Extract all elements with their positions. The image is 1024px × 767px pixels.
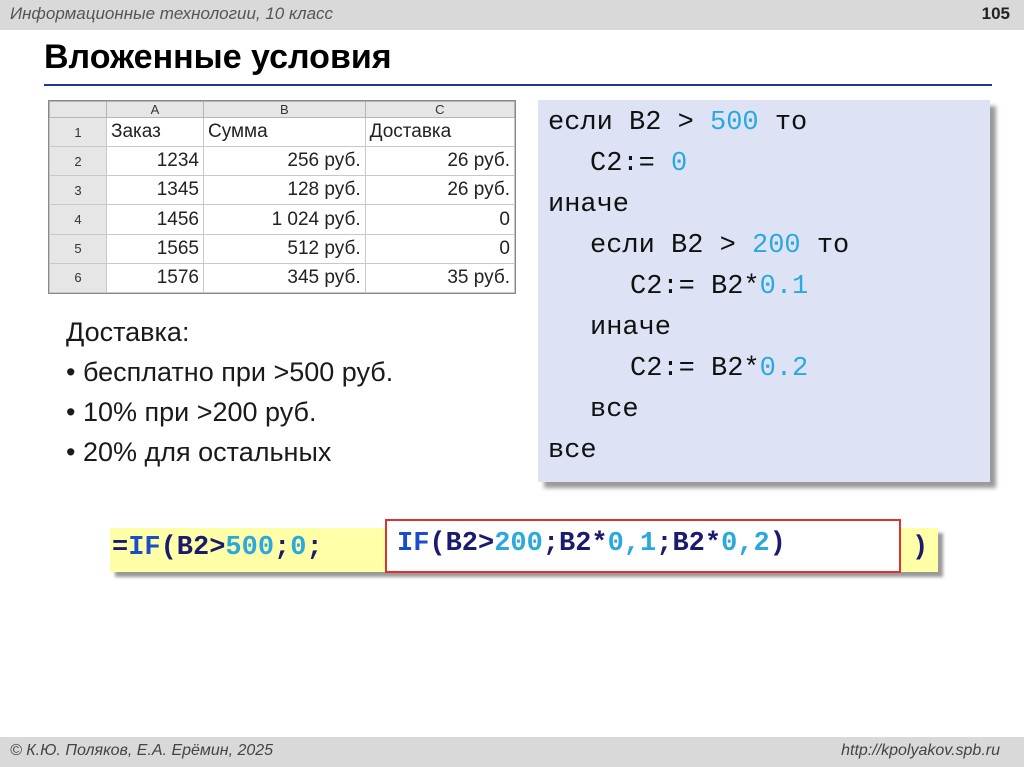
formula-close: )	[912, 533, 929, 563]
slide-title: Вложенные условия	[44, 38, 392, 76]
cell: 1456	[106, 204, 204, 235]
code-line: если B2 > 500 то	[548, 108, 808, 138]
table-row: 5 1565 512 руб. 0	[49, 233, 516, 264]
cell: 26 руб.	[364, 146, 516, 177]
row-header: 1	[49, 116, 107, 148]
corner-cell	[49, 101, 107, 118]
cell: Заказ	[106, 116, 204, 148]
page-number: 105	[981, 4, 1010, 23]
table-row: 3 1345 128 руб. 26 руб.	[49, 175, 516, 206]
formula-inner: IF(B2>200;B2*0,1;B2*0,2)	[397, 529, 786, 559]
table-row: 4 1456 1 024 руб. 0	[49, 204, 516, 235]
cell: 0	[364, 204, 516, 235]
table-row: 6 1576 345 руб. 35 руб.	[49, 262, 516, 294]
cell: Доставка	[364, 116, 516, 148]
cell: 345 руб.	[202, 262, 366, 294]
table-row: 1 Заказ Сумма Доставка	[49, 116, 516, 148]
copyright: © К.Ю. Поляков, Е.А. Ерёмин, 2025	[10, 742, 274, 759]
cell: 0	[364, 233, 516, 264]
header-bar: Информационные технологии, 10 класс 105	[0, 0, 1024, 30]
note-item: • бесплатно при >500 руб.	[66, 357, 394, 387]
code-line: C2:= B2*0.1	[630, 272, 809, 302]
notes-heading: Доставка:	[66, 317, 190, 347]
code-line: все	[548, 436, 597, 466]
column-header: A	[106, 101, 204, 118]
spreadsheet-table: A B C 1 Заказ Сумма Доставка 2 1234 256 …	[48, 100, 516, 294]
nested-if-highlight: IF(B2>200;B2*0,1;B2*0,2)	[385, 519, 901, 573]
cell: 1345	[106, 175, 204, 206]
table-row: 2 1234 256 руб. 26 руб.	[49, 146, 516, 177]
title-divider	[44, 84, 992, 86]
cell: 26 руб.	[364, 175, 516, 206]
code-line: иначе	[548, 190, 630, 220]
row-header: 5	[49, 233, 107, 264]
cell: 1234	[106, 146, 204, 177]
footer-bar: © К.Ю. Поляков, Е.А. Ерёмин, 2025 http:/…	[0, 737, 1024, 767]
cell: 256 руб.	[202, 146, 366, 177]
row-header: 4	[49, 204, 107, 235]
cell: Сумма	[202, 116, 366, 148]
code-line: C2:= B2*0.2	[630, 354, 809, 384]
cell: 1576	[106, 262, 204, 294]
column-header: B	[202, 101, 366, 118]
code-line: все	[590, 395, 639, 425]
note-item: • 20% для остальных	[66, 437, 332, 467]
cell: 1 024 руб.	[202, 204, 366, 235]
code-line: если B2 > 200 то	[590, 231, 850, 261]
row-header: 2	[49, 146, 107, 177]
formula-outer: =IF(B2>500;0;	[112, 533, 323, 563]
note-item: • 10% при >200 руб.	[66, 397, 317, 427]
cell: 1565	[106, 233, 204, 264]
cell: 512 руб.	[202, 233, 366, 264]
course-title: Информационные технологии, 10 класс	[10, 4, 334, 23]
cell: 128 руб.	[202, 175, 366, 206]
row-header: 3	[49, 175, 107, 206]
cell: 35 руб.	[364, 262, 516, 294]
code-line: C2:= 0	[590, 149, 688, 179]
row-header: 6	[49, 262, 107, 294]
pseudocode-block: если B2 > 500 то C2:= 0 иначе если B2 > …	[538, 100, 990, 482]
site-link[interactable]: http://kpolyakov.spb.ru	[841, 742, 1000, 760]
column-header: C	[364, 101, 516, 118]
code-line: иначе	[590, 313, 672, 343]
delivery-notes: Доставка: • бесплатно при >500 руб. • 10…	[66, 312, 393, 472]
